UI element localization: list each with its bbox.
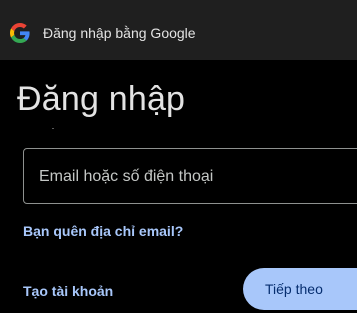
header-title: Đăng nhập bằng Google — [43, 25, 196, 41]
google-sign-in-window: Đăng nhập bằng Google Đăng nhập Email ho… — [0, 0, 357, 313]
divider-mark — [52, 128, 54, 129]
email-or-phone-input[interactable]: Email hoặc số điện thoại — [23, 148, 357, 204]
create-account-link[interactable]: Tạo tài khoản — [23, 283, 113, 299]
next-button-label: Tiếp theo — [265, 281, 323, 297]
forgot-email-link[interactable]: Bạn quên địa chỉ email? — [23, 223, 183, 239]
email-or-phone-placeholder: Email hoặc số điện thoại — [39, 168, 214, 185]
header-bar: Đăng nhập bằng Google — [0, 0, 357, 60]
page-title: Đăng nhập — [17, 80, 186, 118]
google-g-icon — [10, 23, 30, 43]
next-button[interactable]: Tiếp theo — [243, 268, 357, 310]
